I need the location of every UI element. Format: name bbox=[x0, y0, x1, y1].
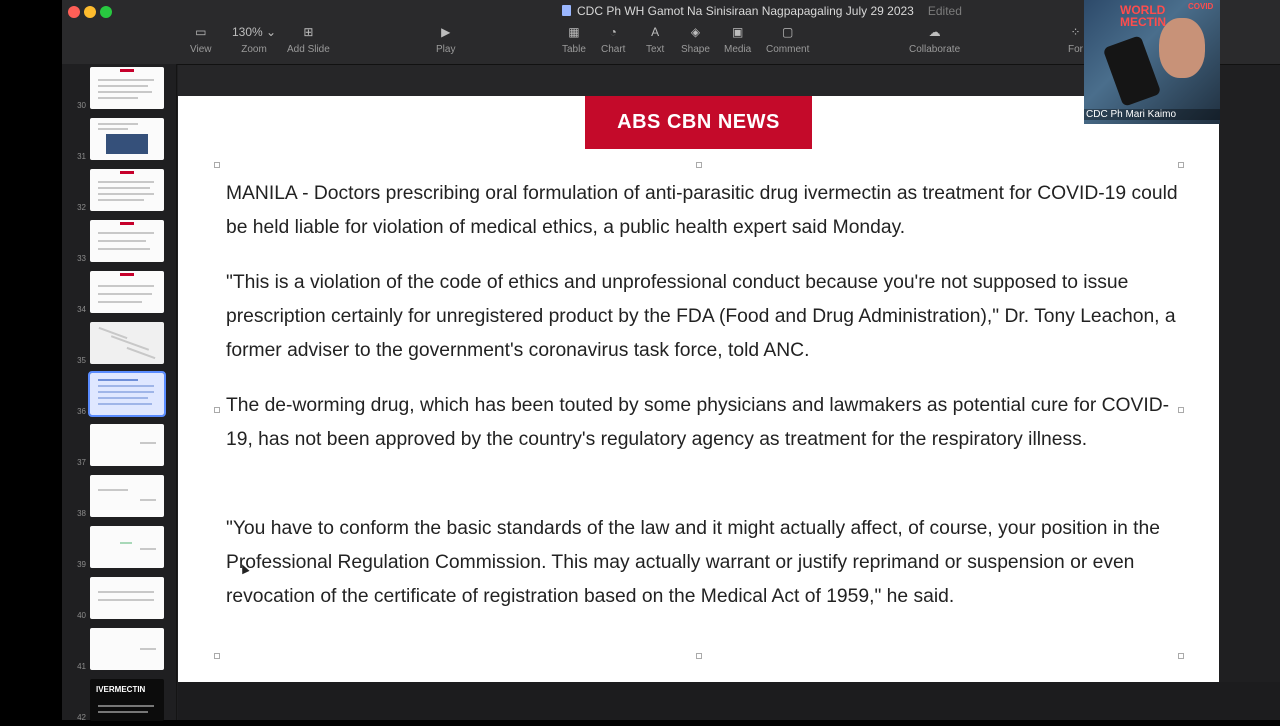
close-window-button[interactable] bbox=[68, 6, 80, 18]
bottom-bar bbox=[178, 682, 1280, 720]
minimize-window-button[interactable] bbox=[84, 6, 96, 18]
comment-button[interactable]: ▢ Comment bbox=[766, 24, 809, 55]
slide-thumb-37[interactable]: 37 bbox=[62, 421, 176, 471]
paragraph-2[interactable]: "This is a violation of the code of ethi… bbox=[226, 266, 1186, 368]
resize-handle[interactable] bbox=[1178, 653, 1184, 659]
table-icon: ▦ bbox=[568, 25, 580, 39]
slide-thumb-30[interactable]: 30 bbox=[62, 64, 176, 114]
play-button[interactable]: ▶ Play bbox=[436, 24, 455, 55]
slide-thumb-31[interactable]: 31 bbox=[62, 115, 176, 165]
add-slide-icon: ⊞ bbox=[303, 25, 314, 39]
covid-sign: COVID bbox=[1188, 2, 1214, 11]
thumb-title: IVERMECTIN bbox=[96, 685, 146, 694]
collaborate-icon: ☁ bbox=[928, 25, 941, 39]
zoom-value: 130% bbox=[232, 25, 263, 39]
add-slide-button[interactable]: ⊞ Add Slide bbox=[287, 24, 330, 55]
zoom-window-button[interactable] bbox=[100, 6, 112, 18]
view-button[interactable]: ▭ View bbox=[190, 24, 212, 55]
resize-handle[interactable] bbox=[214, 162, 220, 168]
resize-handle[interactable] bbox=[696, 653, 702, 659]
slide-thumb-34[interactable]: 34 bbox=[62, 268, 176, 318]
play-icon: ▶ bbox=[441, 25, 451, 39]
collaborate-button[interactable]: ☁ Collaborate bbox=[909, 24, 960, 55]
shape-icon: ◈ bbox=[690, 25, 701, 39]
presenter-name: CDC Ph Mari Kaimo bbox=[1084, 109, 1220, 120]
slide-thumb-35[interactable]: 35 bbox=[62, 319, 176, 369]
slide-navigator[interactable]: 30 31 32 33 34 35 36 37 38 39 40 41 42 IV… bbox=[62, 64, 177, 722]
chart-icon: ◔ bbox=[609, 25, 617, 39]
chart-button[interactable]: ◔ Chart bbox=[601, 24, 625, 55]
paragraph-1[interactable]: MANILA - Doctors prescribing oral formul… bbox=[226, 177, 1186, 245]
presenter-face bbox=[1159, 18, 1205, 78]
paragraph-4[interactable]: "You have to conform the basic standards… bbox=[226, 512, 1186, 614]
resize-handle[interactable] bbox=[214, 653, 220, 659]
webcam-sign: WORLD MECTIN bbox=[1120, 3, 1166, 29]
text-button[interactable]: A Text bbox=[646, 24, 664, 55]
media-button[interactable]: ▣ Media bbox=[724, 24, 751, 55]
comment-icon: ▢ bbox=[782, 25, 794, 39]
document-icon bbox=[562, 5, 571, 16]
resize-handle[interactable] bbox=[1178, 162, 1184, 168]
microphone-icon bbox=[1102, 35, 1162, 107]
resize-handle[interactable] bbox=[696, 162, 702, 168]
abs-cbn-news-logo: ABS CBN NEWS bbox=[585, 96, 812, 149]
window-title: CDC Ph WH Gamot Na Sinisiraan Nagpapagal… bbox=[562, 4, 962, 18]
slide-thumb-39[interactable]: 39 bbox=[62, 523, 176, 573]
media-icon: ▣ bbox=[731, 25, 744, 39]
text-icon: A bbox=[651, 25, 660, 39]
format-icon: ⁘ bbox=[1070, 25, 1081, 39]
zoom-button[interactable]: 130% ⌄ Zoom bbox=[232, 24, 276, 55]
paragraph-3[interactable]: The de-worming drug, which has been tout… bbox=[226, 389, 1186, 457]
shape-button[interactable]: ◈ Shape bbox=[681, 24, 710, 55]
chevron-down-icon: ⌄ bbox=[266, 25, 277, 39]
slide-thumb-38[interactable]: 38 bbox=[62, 472, 176, 522]
sidebar-icon: ▭ bbox=[195, 25, 207, 39]
table-button[interactable]: ▦ Table bbox=[562, 24, 586, 55]
slide-thumb-40[interactable]: 40 bbox=[62, 574, 176, 624]
webcam-overlay: WORLD MECTIN COVID CDC Ph Mari Kaimo bbox=[1084, 0, 1220, 124]
edited-status: Edited bbox=[927, 4, 962, 18]
slide-thumb-33[interactable]: 33 bbox=[62, 217, 176, 267]
resize-handle[interactable] bbox=[214, 407, 220, 413]
slide-thumb-41[interactable]: 41 bbox=[62, 625, 176, 675]
slide-thumb-32[interactable]: 32 bbox=[62, 166, 176, 216]
current-slide[interactable]: ABS CBN NEWS MANILA - Doctors prescribin… bbox=[178, 96, 1219, 682]
slide-thumb-36-selected[interactable]: 36 bbox=[62, 370, 176, 420]
format-button[interactable]: ⁘ For bbox=[1068, 24, 1083, 55]
slide-thumb-42[interactable]: 42 IVERMECTIN bbox=[62, 676, 176, 726]
